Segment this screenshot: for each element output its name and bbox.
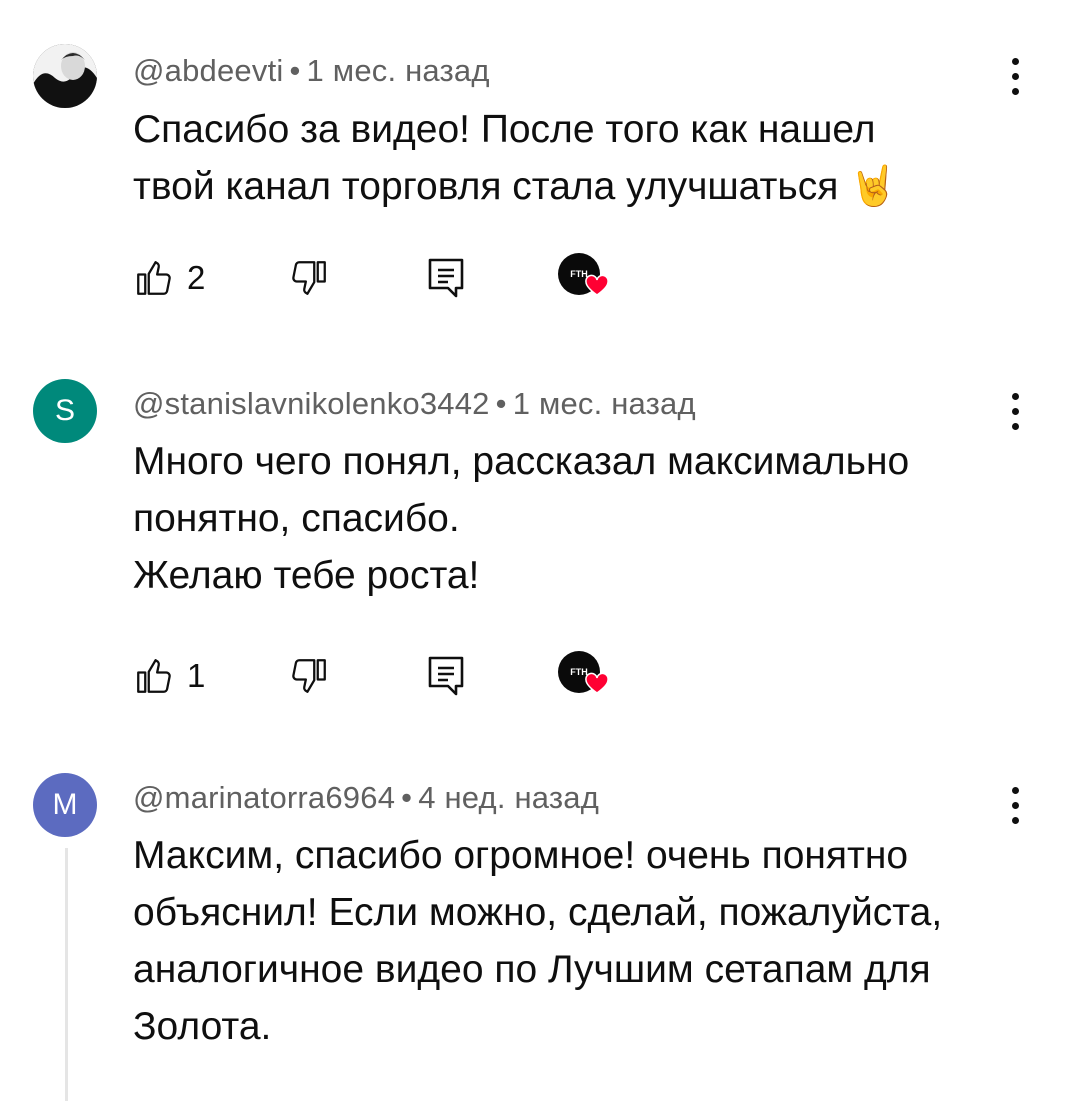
comment-time[interactable]: 1 мес. назад [307, 53, 490, 88]
like-icon [137, 261, 171, 295]
more-options-button[interactable] [1000, 780, 1030, 830]
comment-text: Спасибо за видео! После того как нашел т… [133, 101, 1033, 215]
dislike-button[interactable] [288, 248, 330, 308]
creator-heart: FTH [557, 248, 609, 308]
more-vert-icon [1011, 786, 1019, 794]
creator-heart-icon: FTH [557, 252, 609, 304]
dislike-icon [292, 261, 326, 295]
dislike-button[interactable] [288, 646, 330, 706]
author-name[interactable]: @stanislavnikolenko3442 [133, 386, 490, 421]
comment-line: понятно, спасибо. [133, 497, 460, 540]
comment-line: Много чего понял, рассказал максимально [133, 440, 910, 483]
comment-meta: @abdeevti • 1 мес. назад [133, 53, 490, 89]
creator-heart: FTH [557, 646, 609, 706]
comment-line: твой канал торговля стала улучшаться 🤘 [133, 165, 898, 208]
like-button[interactable]: 1 [133, 646, 205, 706]
creator-heart-icon: FTH [557, 650, 609, 702]
more-vert-icon [1011, 392, 1019, 400]
like-count: 1 [187, 657, 206, 694]
reply-icon [428, 656, 464, 696]
comment-text: Много чего понял, рассказал максимально … [133, 433, 1033, 604]
more-options-button[interactable] [1000, 51, 1030, 101]
creator-avatar-badge: FTH [558, 253, 609, 296]
dislike-icon [292, 659, 326, 693]
avatar[interactable] [33, 44, 97, 108]
comment-time[interactable]: 1 мес. назад [513, 386, 696, 421]
comment-text: Максим, спасибо огромное! очень понятно … [133, 827, 1033, 1055]
reply-icon [428, 258, 464, 298]
creator-avatar-badge: FTH [558, 651, 609, 694]
thread-line [65, 848, 68, 1101]
comment-meta: @stanislavnikolenko3442 • 1 мес. назад [133, 386, 696, 422]
comment-line: Спасибо за видео! После того как нашел [133, 108, 876, 151]
like-button[interactable]: 2 [133, 248, 205, 308]
reply-button[interactable] [426, 646, 466, 706]
separator-dot: • [495, 386, 507, 421]
comment-actions: 2 FTH [133, 248, 833, 308]
reply-button[interactable] [426, 248, 466, 308]
avatar-letter: S [54, 394, 75, 427]
avatar[interactable]: M [33, 773, 97, 837]
avatar-letter: M [52, 788, 78, 821]
comment-actions: 1 FTH [133, 646, 833, 706]
like-count: 2 [187, 259, 206, 296]
comment-time[interactable]: 4 нед. назад [418, 780, 599, 815]
author-name[interactable]: @marinatorra6964 [133, 780, 395, 815]
comment-line: Золота. [133, 1005, 272, 1048]
comment-line: Желаю тебе роста! [133, 554, 480, 597]
more-vert-icon [1011, 57, 1019, 65]
separator-dot: • [289, 53, 301, 88]
more-options-button[interactable] [1000, 386, 1030, 436]
like-icon [137, 659, 171, 693]
avatar-photo [33, 44, 97, 108]
separator-dot: • [401, 780, 413, 815]
creator-badge-text: FTH [570, 269, 588, 279]
avatar[interactable]: S [33, 379, 97, 443]
author-name[interactable]: @abdeevti [133, 53, 283, 88]
comment-line: объяснил! Если можно, сделай, пожалуйста… [133, 891, 943, 934]
comment-line: Максим, спасибо огромное! очень понятно [133, 834, 909, 877]
creator-badge-text: FTH [570, 667, 588, 677]
comment-meta: @marinatorra6964 • 4 нед. назад [133, 780, 599, 816]
comment-line: аналогичное видео по Лучшим сетапам для [133, 948, 931, 991]
